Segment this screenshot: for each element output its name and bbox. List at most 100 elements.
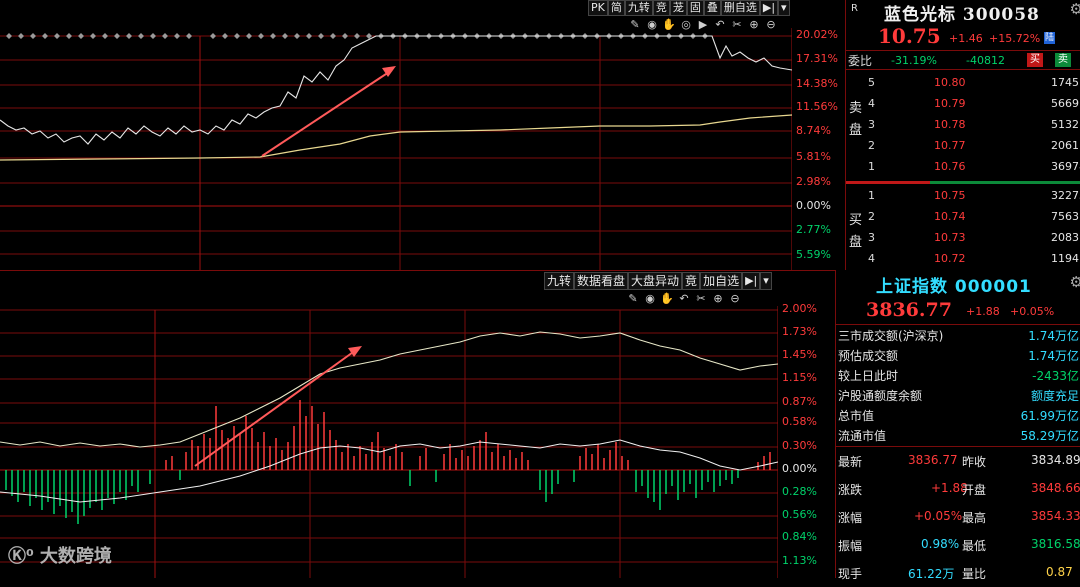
info-row: 预估成交额 1.74万亿 xyxy=(838,349,1079,363)
top-chart: PK 简 九转 竞 茏 固 叠 删自选 ▶| ▾ ✎ ◉ ✋ ◎ ▶ ↶ ✂ ⊕… xyxy=(0,0,845,270)
tb-die[interactable]: 叠 xyxy=(703,0,721,16)
top-y-tick: 20.02% xyxy=(796,28,838,41)
trend-arrow-bottom xyxy=(194,346,362,467)
ask-row[interactable]: 110.7636978 xyxy=(846,157,1080,177)
index-change: +1.88 xyxy=(966,305,1000,318)
scissors-icon[interactable]: ✂ xyxy=(694,292,708,306)
chart-divider xyxy=(0,270,835,271)
hand-icon[interactable]: ✋ xyxy=(660,292,674,306)
bid-list: 110.7532273 210.747563 310.732083 410.72… xyxy=(846,186,1080,270)
bid-ask-ratio-bar xyxy=(846,181,1080,184)
bid-row[interactable]: 110.7532273 xyxy=(846,186,1080,206)
index-price-line xyxy=(0,331,778,448)
index-change-pct: +0.05% xyxy=(1010,305,1055,318)
stock-price-line xyxy=(0,35,792,145)
settings-gear-icon[interactable]: ⚙ xyxy=(1070,0,1080,18)
ask-row[interactable]: 510.8017451 xyxy=(846,73,1080,93)
top-y-tick: 11.56% xyxy=(796,100,838,113)
zoom-out-icon[interactable]: ⊖ xyxy=(728,292,742,306)
stat-row: 现手 61.22万 量比 0.87 xyxy=(838,565,1073,581)
buy-button[interactable]: 买 xyxy=(1027,53,1043,67)
zoom-in-icon[interactable]: ⊕ xyxy=(711,292,725,306)
expand-icon[interactable]: ▶| xyxy=(759,0,779,16)
stock-title[interactable]: 蓝色光标 300058 xyxy=(884,0,1040,25)
tb-add-watchlist[interactable]: 加自选 xyxy=(700,272,743,290)
bottom-y-tick: 0.87% xyxy=(782,395,817,408)
weicha-value: -40812 xyxy=(966,54,1005,67)
tb-mang[interactable]: 茏 xyxy=(669,0,687,16)
tb-simple[interactable]: 简 xyxy=(607,0,625,16)
ask-list: 510.8017451 410.795669 310.785132 210.77… xyxy=(846,73,1080,177)
bid-row[interactable]: 3 10.73 2083 xyxy=(846,228,1080,248)
bottom-chart: 九转 数据看盘 大盘异动 竟 加自选 ▶| ▾ ✎ ◉ ✋ ↶ ✂ ⊕ ⊖ 2.… xyxy=(0,270,835,578)
top-chart-toolbar: PK 简 九转 竞 茏 固 叠 删自选 ▶| ▾ xyxy=(588,0,790,16)
bottom-y-tick: 0.58% xyxy=(782,415,817,428)
bottom-y-tick: 1.45% xyxy=(782,348,817,361)
volume-bars-up xyxy=(165,400,771,470)
top-y-tick: 17.31% xyxy=(796,52,838,65)
weibi-value: -31.19% xyxy=(891,54,937,67)
tb-gu[interactable]: 固 xyxy=(686,0,704,16)
bottom-y-tick: 0.30% xyxy=(782,439,817,452)
bottom-y-tick: 1.13% xyxy=(782,554,817,567)
tb-jiuzhuan[interactable]: 九转 xyxy=(624,0,653,16)
undo-icon[interactable]: ↶ xyxy=(677,292,691,306)
sell-button[interactable]: 卖 xyxy=(1055,53,1071,67)
top-y-tick: 14.38% xyxy=(796,77,838,90)
stock-change-pct: +15.72% xyxy=(989,32,1041,45)
stock-marker: R xyxy=(851,3,858,14)
info-row: 三市成交额(沪深京) 1.74万亿 xyxy=(838,329,1079,343)
top-chart-yaxis: 20.02% 17.31% 14.38% 11.56% 8.74% 5.81% … xyxy=(796,28,845,270)
info-row: 沪股通额度余额 额度充足 xyxy=(838,389,1079,403)
stock-change: +1.46 xyxy=(949,32,983,45)
weibi-row: 委比 -31.19% -40812 买 卖 xyxy=(846,50,1080,70)
index-title[interactable]: 上证指数 000001 xyxy=(876,272,1032,297)
top-chart-grid xyxy=(0,28,792,270)
pen-icon[interactable]: ✎ xyxy=(626,292,640,306)
bid-row[interactable]: 4 10.72 1194 xyxy=(846,249,1080,269)
ask-row[interactable]: 3 10.78 5132 xyxy=(846,115,1080,135)
top-y-tick: 5.59% xyxy=(796,248,831,261)
bottom-y-tick: 0.56% xyxy=(782,508,817,521)
weibi-label: 委比 xyxy=(848,54,873,68)
expand-icon-2[interactable]: ▶| xyxy=(742,272,761,290)
tb-pk[interactable]: PK xyxy=(588,0,608,16)
watermark-text: 大数跨境 xyxy=(39,546,112,567)
top-y-tick: 8.74% xyxy=(796,124,831,137)
tb-jing[interactable]: 竞 xyxy=(652,0,670,16)
top-y-tick: 2.77% xyxy=(796,223,831,236)
bottom-y-tick: 1.73% xyxy=(782,325,817,338)
top-y-tick: 2.98% xyxy=(796,175,831,188)
eye-icon[interactable]: ◉ xyxy=(643,292,657,306)
bottom-chart-toolbar: 九转 数据看盘 大盘异动 竟 加自选 ▶| ▾ xyxy=(544,272,772,290)
bottom-y-tick: 0.28% xyxy=(782,485,817,498)
dropdown-icon[interactable]: ▾ xyxy=(778,0,790,16)
ask-row[interactable]: 210.7720611 xyxy=(846,136,1080,156)
tb-remove-watchlist[interactable]: 删自选 xyxy=(720,0,760,16)
stock-quote-panel: R 蓝色光标 300058 ⚙ 10.75 +1.46 +15.72% 陆 委比… xyxy=(845,0,1080,270)
index-panel: 上证指数 000001 ⚙ 3836.77 +1.88 +0.05% 三市成交额… xyxy=(835,270,1080,581)
bid-row[interactable]: 2 10.74 7563 xyxy=(846,207,1080,227)
bottom-chart-icons: ✎ ◉ ✋ ↶ ✂ ⊕ ⊖ xyxy=(626,292,742,306)
index-info: 三市成交额(沪深京) 1.74万亿 预估成交额 1.74万亿 较上日此时 -2433亿… xyxy=(836,324,1080,447)
tb-data-board[interactable]: 数据看盘 xyxy=(574,272,629,290)
hk-connect-badge: 陆 xyxy=(1044,32,1056,44)
index-settings-gear-icon[interactable]: ⚙ xyxy=(1070,273,1080,291)
stat-row: 最新 3836.77 昨收 3834.89 xyxy=(838,453,1080,469)
watermark-logo-icon: Ⓚ⁰ xyxy=(8,546,34,567)
index-stats: 最新 3836.77 昨收 3834.89 涨跌 +1.88 开盘 3848.66 涨幅 +0… xyxy=(836,446,1080,581)
ask-row[interactable]: 4 10.79 5669 xyxy=(846,94,1080,114)
index-price: 3836.77 xyxy=(866,299,952,321)
top-y-tick: 5.81% xyxy=(796,150,831,163)
bottom-y-tick: 2.00% xyxy=(782,302,817,315)
tb-jing-2[interactable]: 竟 xyxy=(682,272,701,290)
trend-arrow-top xyxy=(261,66,396,157)
info-row: 流通市值 58.29万亿 xyxy=(838,429,1079,443)
info-row: 较上日此时 -2433亿 xyxy=(838,369,1079,383)
dropdown-icon-2[interactable]: ▾ xyxy=(760,272,772,290)
bottom-y-tick-zero: 0.00% xyxy=(782,462,817,475)
bottom-chart-canvas xyxy=(0,306,778,578)
tb-market-alert[interactable]: 大盘异动 xyxy=(628,272,683,290)
stat-row: 振幅 0.98% 最低 3816.58 xyxy=(838,537,1080,553)
tb-jiuzhuan-2[interactable]: 九转 xyxy=(544,272,575,290)
